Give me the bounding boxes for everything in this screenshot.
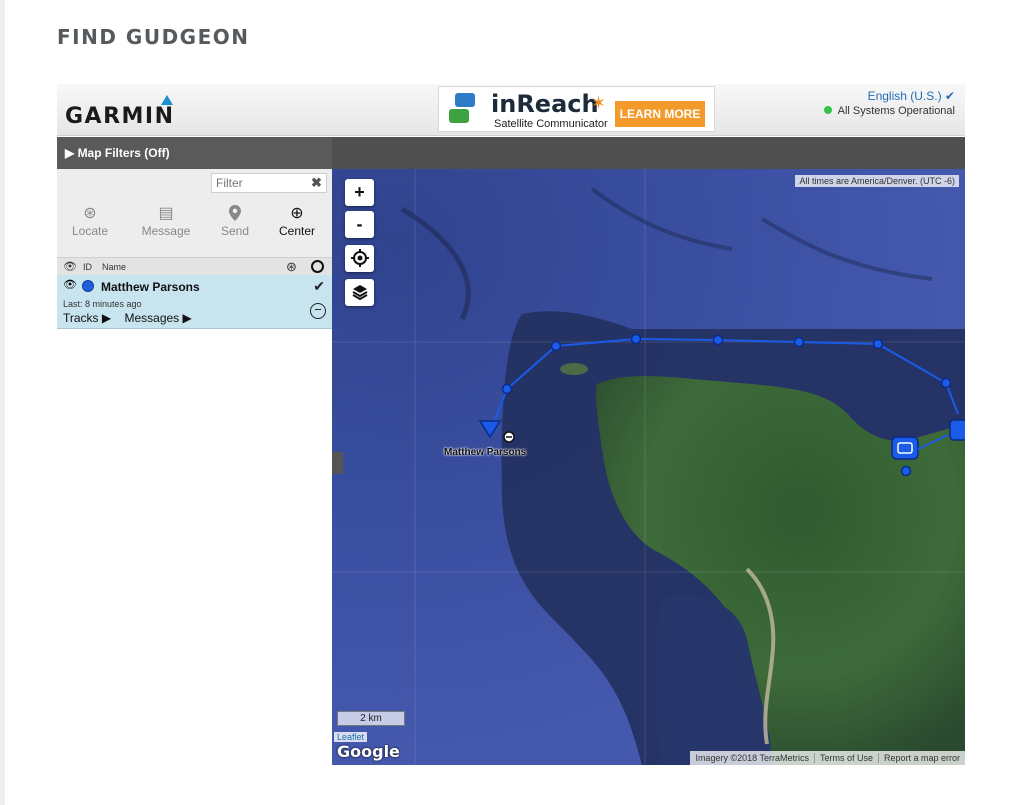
google-logo: Google bbox=[337, 742, 400, 761]
learn-more-button[interactable]: LEARN MORE bbox=[615, 101, 705, 127]
inreach-ad-banner[interactable]: inReach ✶ Satellite Communicator LEARN M… bbox=[438, 86, 715, 132]
name-column-header: Name bbox=[102, 262, 127, 272]
message-marker-icon[interactable] bbox=[891, 436, 919, 460]
target-icon bbox=[350, 249, 369, 267]
track-point[interactable] bbox=[793, 336, 805, 348]
track-point[interactable] bbox=[940, 377, 952, 389]
contact-last-seen: Last: 8 minutes ago bbox=[63, 299, 142, 309]
seafloor-ridge bbox=[400, 206, 471, 321]
map-filters-toggle[interactable]: ▶ Map Filters (Off) bbox=[57, 137, 332, 169]
report-map-error-link[interactable]: Report a map error bbox=[877, 753, 965, 763]
my-location-button[interactable] bbox=[345, 245, 374, 272]
waypoint-marker-icon[interactable] bbox=[949, 419, 965, 441]
map-scale: 2 km bbox=[337, 711, 405, 726]
system-status: All Systems Operational bbox=[823, 105, 955, 117]
track-point[interactable] bbox=[872, 338, 884, 350]
send-label: Send bbox=[220, 224, 250, 238]
garmin-logo: GARMIN bbox=[65, 104, 175, 129]
zoom-out-button[interactable]: - bbox=[345, 211, 374, 238]
center-button[interactable]: ⊕ Center bbox=[267, 205, 327, 238]
ad-brand-name: inReach bbox=[491, 90, 599, 118]
select-all-circle-icon[interactable] bbox=[311, 260, 324, 273]
visibility-eye-icon[interactable]: 👁 bbox=[63, 258, 77, 276]
send-pin-icon bbox=[205, 205, 265, 223]
language-selector[interactable]: English (U.S.) ✔ bbox=[868, 89, 955, 103]
zoom-in-button[interactable]: + bbox=[345, 179, 374, 206]
track-point[interactable] bbox=[712, 334, 724, 346]
garmin-explore-app: GARMIN inReach ✶ Satellite Communicator … bbox=[57, 84, 965, 765]
marker-label: Matthew Parsons bbox=[444, 447, 527, 458]
satellite-map[interactable]: + - All times are America/Denver. (UTC -… bbox=[332, 169, 965, 765]
layers-button[interactable] bbox=[345, 279, 374, 306]
locate-label: Locate bbox=[71, 224, 109, 238]
send-button[interactable]: Send bbox=[205, 205, 265, 238]
map-imagery bbox=[332, 169, 965, 765]
message-label: Message bbox=[141, 224, 191, 238]
leaflet-link[interactable]: Leaflet bbox=[334, 732, 368, 742]
tracks-link[interactable]: Tracks ▶ bbox=[63, 311, 111, 325]
contact-color-dot bbox=[82, 280, 94, 292]
filter-input[interactable] bbox=[211, 173, 327, 193]
center-label: Center bbox=[278, 224, 316, 238]
layers-icon bbox=[352, 285, 367, 301]
locate-button[interactable]: ⊛ Locate bbox=[60, 205, 120, 238]
app-header: GARMIN inReach ✶ Satellite Communicator … bbox=[57, 84, 965, 136]
track-point[interactable] bbox=[900, 465, 912, 477]
id-column-header: ID bbox=[83, 262, 92, 272]
status-dot-icon bbox=[823, 106, 832, 114]
current-position-marker[interactable] bbox=[478, 420, 502, 439]
page-title: FIND GUDGEON bbox=[57, 25, 250, 49]
small-island bbox=[560, 363, 588, 375]
locate-icon: ⊛ bbox=[83, 205, 97, 222]
message-icon: ▤ bbox=[158, 205, 174, 222]
satellite-spark-icon: ✶ bbox=[591, 93, 607, 113]
contact-row[interactable]: 👁 Matthew Parsons Last: 8 minutes ago Tr… bbox=[57, 275, 332, 329]
panel-toolbar: ✖ ⊛ Locate ▤ Message Send ⊕ Center bbox=[57, 169, 332, 257]
remove-contact-icon[interactable]: − bbox=[310, 303, 326, 319]
status-text: All Systems Operational bbox=[837, 105, 955, 117]
imagery-credit: Imagery ©2018 TerraMetrics bbox=[695, 753, 809, 763]
contact-links: Tracks ▶ Messages ▶ bbox=[63, 311, 192, 325]
terms-of-use-link[interactable]: Terms of Use bbox=[813, 753, 878, 763]
seafloor-ridge bbox=[760, 217, 933, 281]
locate-all-icon[interactable]: ⊛ bbox=[286, 259, 297, 275]
map-attribution: Imagery ©2018 TerraMetrics Terms of Use Re… bbox=[690, 751, 965, 765]
page-left-border bbox=[0, 0, 5, 805]
track-point[interactable] bbox=[630, 333, 642, 345]
track-point[interactable] bbox=[501, 383, 513, 395]
timezone-note: All times are America/Denver. (UTC -6) bbox=[795, 175, 959, 187]
center-crosshair-icon: ⊕ bbox=[290, 205, 304, 222]
ad-subtitle: Satellite Communicator bbox=[494, 118, 608, 130]
message-button[interactable]: ▤ Message bbox=[136, 205, 196, 238]
checkmark-icon[interactable]: ✔ bbox=[313, 278, 325, 295]
chat-bubble-green-icon bbox=[449, 109, 469, 123]
track-point[interactable] bbox=[550, 340, 562, 352]
contact-eye-icon[interactable]: 👁 bbox=[63, 278, 77, 291]
messages-link[interactable]: Messages ▶ bbox=[124, 311, 191, 325]
side-panel: ▶ Map Filters (Off) ✖ ⊛ Locate ▤ Message… bbox=[57, 137, 332, 765]
seafloor-ridge bbox=[590, 187, 733, 251]
collapse-panel-handle[interactable] bbox=[332, 452, 343, 474]
clear-filter-icon[interactable]: ✖ bbox=[311, 175, 322, 191]
contact-list-header: 👁 ID Name ⊛ bbox=[57, 257, 332, 275]
chat-bubble-blue-icon bbox=[455, 93, 475, 107]
map-header-bar bbox=[332, 137, 965, 169]
garmin-logo-triangle-icon bbox=[161, 95, 173, 105]
contact-name: Matthew Parsons bbox=[101, 280, 200, 294]
